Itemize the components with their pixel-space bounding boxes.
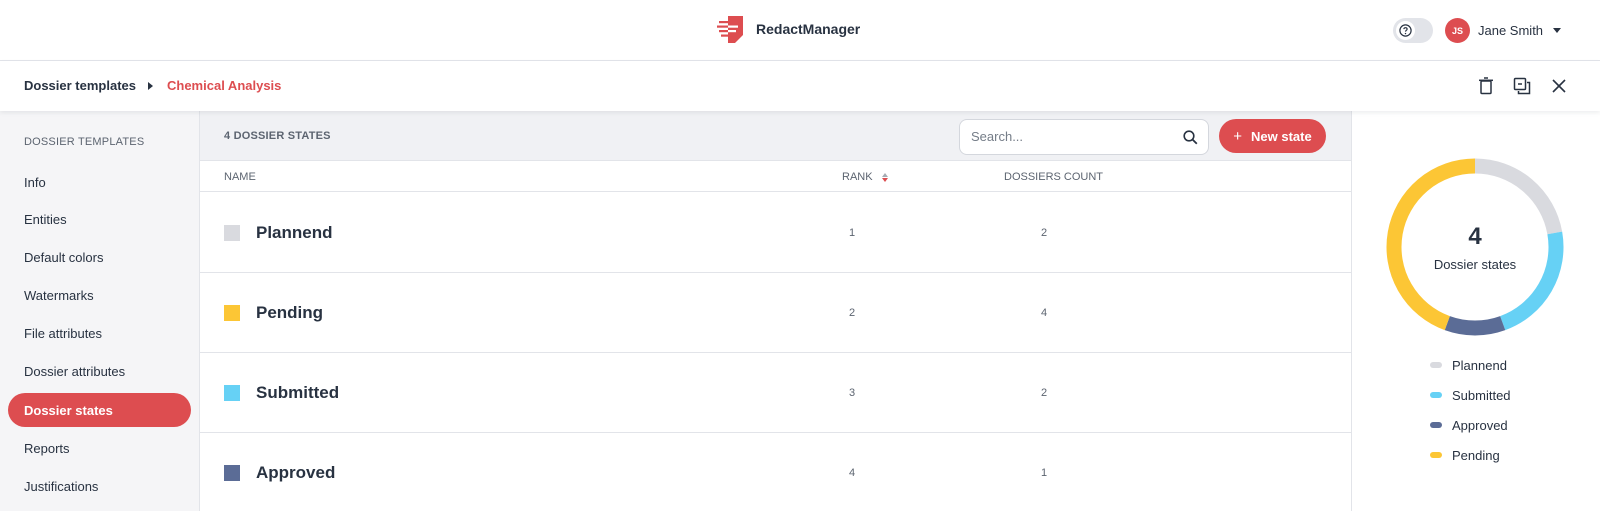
- sidebar: DOSSIER TEMPLATES Info Entities Default …: [0, 111, 200, 511]
- avatar: JS: [1445, 18, 1470, 43]
- state-color-swatch: [224, 225, 240, 241]
- states-summary-panel: 4 Dossier states Plannend Submitted Appr…: [1351, 111, 1600, 511]
- search-input[interactable]: [971, 129, 1171, 144]
- clone-button[interactable]: [1511, 75, 1533, 97]
- search-icon[interactable]: [1183, 130, 1198, 145]
- breadcrumb-current[interactable]: Chemical Analysis: [167, 78, 281, 93]
- legend-dot: [1430, 452, 1442, 458]
- dossier-states-table: 4 DOSSIER STATES + New state NAME RANK D…: [200, 111, 1351, 511]
- search-field[interactable]: [959, 119, 1209, 155]
- state-name: Plannend: [256, 223, 333, 242]
- state-name: Pending: [256, 303, 324, 322]
- column-header-rank[interactable]: RANK: [842, 171, 888, 183]
- sidebar-item-file-attributes[interactable]: File attributes: [8, 316, 191, 350]
- legend-item: Submitted: [1430, 380, 1511, 410]
- state-rank: 3: [848, 387, 856, 399]
- legend-item: Plannend: [1430, 350, 1511, 380]
- legend-dot: [1430, 362, 1442, 368]
- close-button[interactable]: [1548, 75, 1570, 97]
- column-header-name[interactable]: NAME: [224, 171, 256, 183]
- legend-dot: [1430, 392, 1442, 398]
- sort-icon: [881, 172, 888, 182]
- column-header-dossiers-count[interactable]: DOSSIERS COUNT: [1004, 171, 1103, 183]
- legend-dot: [1430, 422, 1442, 428]
- caret-right-icon: [148, 81, 153, 90]
- breadcrumb-dossier-templates[interactable]: Dossier templates: [24, 78, 136, 93]
- state-name: Approved: [256, 463, 336, 482]
- state-color-swatch: [224, 385, 240, 401]
- state-name: Submitted: [256, 383, 340, 402]
- table-toolbar: 4 DOSSIER STATES + New state: [200, 111, 1351, 161]
- top-bar: RedactManager JS Jane Smith: [0, 0, 1600, 61]
- caret-down-icon: [1553, 28, 1562, 33]
- sidebar-item-dossier-attributes[interactable]: Dossier attributes: [8, 354, 191, 388]
- sidebar-heading: DOSSIER TEMPLATES: [24, 136, 145, 148]
- column-headers: NAME RANK DOSSIERS COUNT: [200, 161, 1351, 192]
- breadcrumb-bar: Dossier templates Chemical Analysis: [0, 61, 1600, 111]
- state-dossiers-count: 4: [1040, 307, 1048, 319]
- state-color-swatch: [224, 305, 240, 321]
- help-toggle-knob: [1396, 21, 1415, 40]
- breadcrumb: Dossier templates Chemical Analysis: [24, 78, 281, 93]
- app-title: RedactManager: [756, 21, 861, 37]
- close-icon: [1552, 79, 1566, 93]
- app-logo[interactable]: RedactManager: [716, 14, 860, 44]
- sidebar-item-entities[interactable]: Entities: [8, 202, 191, 236]
- table-row[interactable]: Plannend 1 2: [200, 193, 1351, 273]
- legend-label: Approved: [1452, 417, 1508, 433]
- copy-icon: [1513, 77, 1531, 95]
- redact-logo-icon: [717, 16, 743, 43]
- donut-center: 4 Dossier states: [1386, 158, 1564, 336]
- table-row[interactable]: Approved 4 1: [200, 433, 1351, 511]
- question-icon: [1399, 24, 1412, 37]
- new-state-button[interactable]: + New state: [1219, 119, 1326, 153]
- help-mode-toggle[interactable]: [1393, 18, 1433, 43]
- sidebar-item-justifications[interactable]: Justifications: [8, 469, 191, 503]
- state-rank: 1: [848, 227, 856, 239]
- user-menu[interactable]: JS Jane Smith: [1445, 18, 1562, 43]
- delete-button[interactable]: [1475, 75, 1497, 97]
- sidebar-item-watermarks[interactable]: Watermarks: [8, 278, 191, 312]
- state-dossiers-count: 2: [1040, 387, 1048, 399]
- new-state-label: New state: [1251, 128, 1312, 144]
- legend-item: Pending: [1430, 440, 1511, 470]
- states-total: 4: [1468, 222, 1482, 250]
- state-rank: 2: [848, 307, 856, 319]
- sidebar-item-default-colors[interactable]: Default colors: [8, 240, 191, 274]
- table-row[interactable]: Submitted 3 2: [200, 353, 1351, 433]
- states-count-label: 4 DOSSIER STATES: [224, 130, 331, 142]
- sidebar-item-dossier-states[interactable]: Dossier states: [8, 393, 191, 427]
- sidebar-item-info[interactable]: Info: [8, 165, 191, 199]
- user-name: Jane Smith: [1478, 23, 1544, 38]
- trash-icon: [1479, 77, 1493, 95]
- state-color-swatch: [224, 465, 240, 481]
- state-dossiers-count: 1: [1040, 467, 1048, 479]
- legend-item: Approved: [1430, 410, 1511, 440]
- state-dossiers-count: 2: [1040, 227, 1048, 239]
- legend-label: Submitted: [1452, 387, 1511, 403]
- legend-label: Pending: [1452, 447, 1500, 463]
- sidebar-item-reports[interactable]: Reports: [8, 431, 191, 465]
- chart-legend: Plannend Submitted Approved Pending: [1430, 350, 1511, 470]
- table-row[interactable]: Pending 2 4: [200, 273, 1351, 353]
- plus-icon: +: [1233, 127, 1243, 145]
- state-rank: 4: [848, 467, 856, 479]
- states-total-caption: Dossier states: [1433, 256, 1517, 272]
- legend-label: Plannend: [1452, 357, 1507, 373]
- rank-header-label: RANK: [842, 171, 873, 183]
